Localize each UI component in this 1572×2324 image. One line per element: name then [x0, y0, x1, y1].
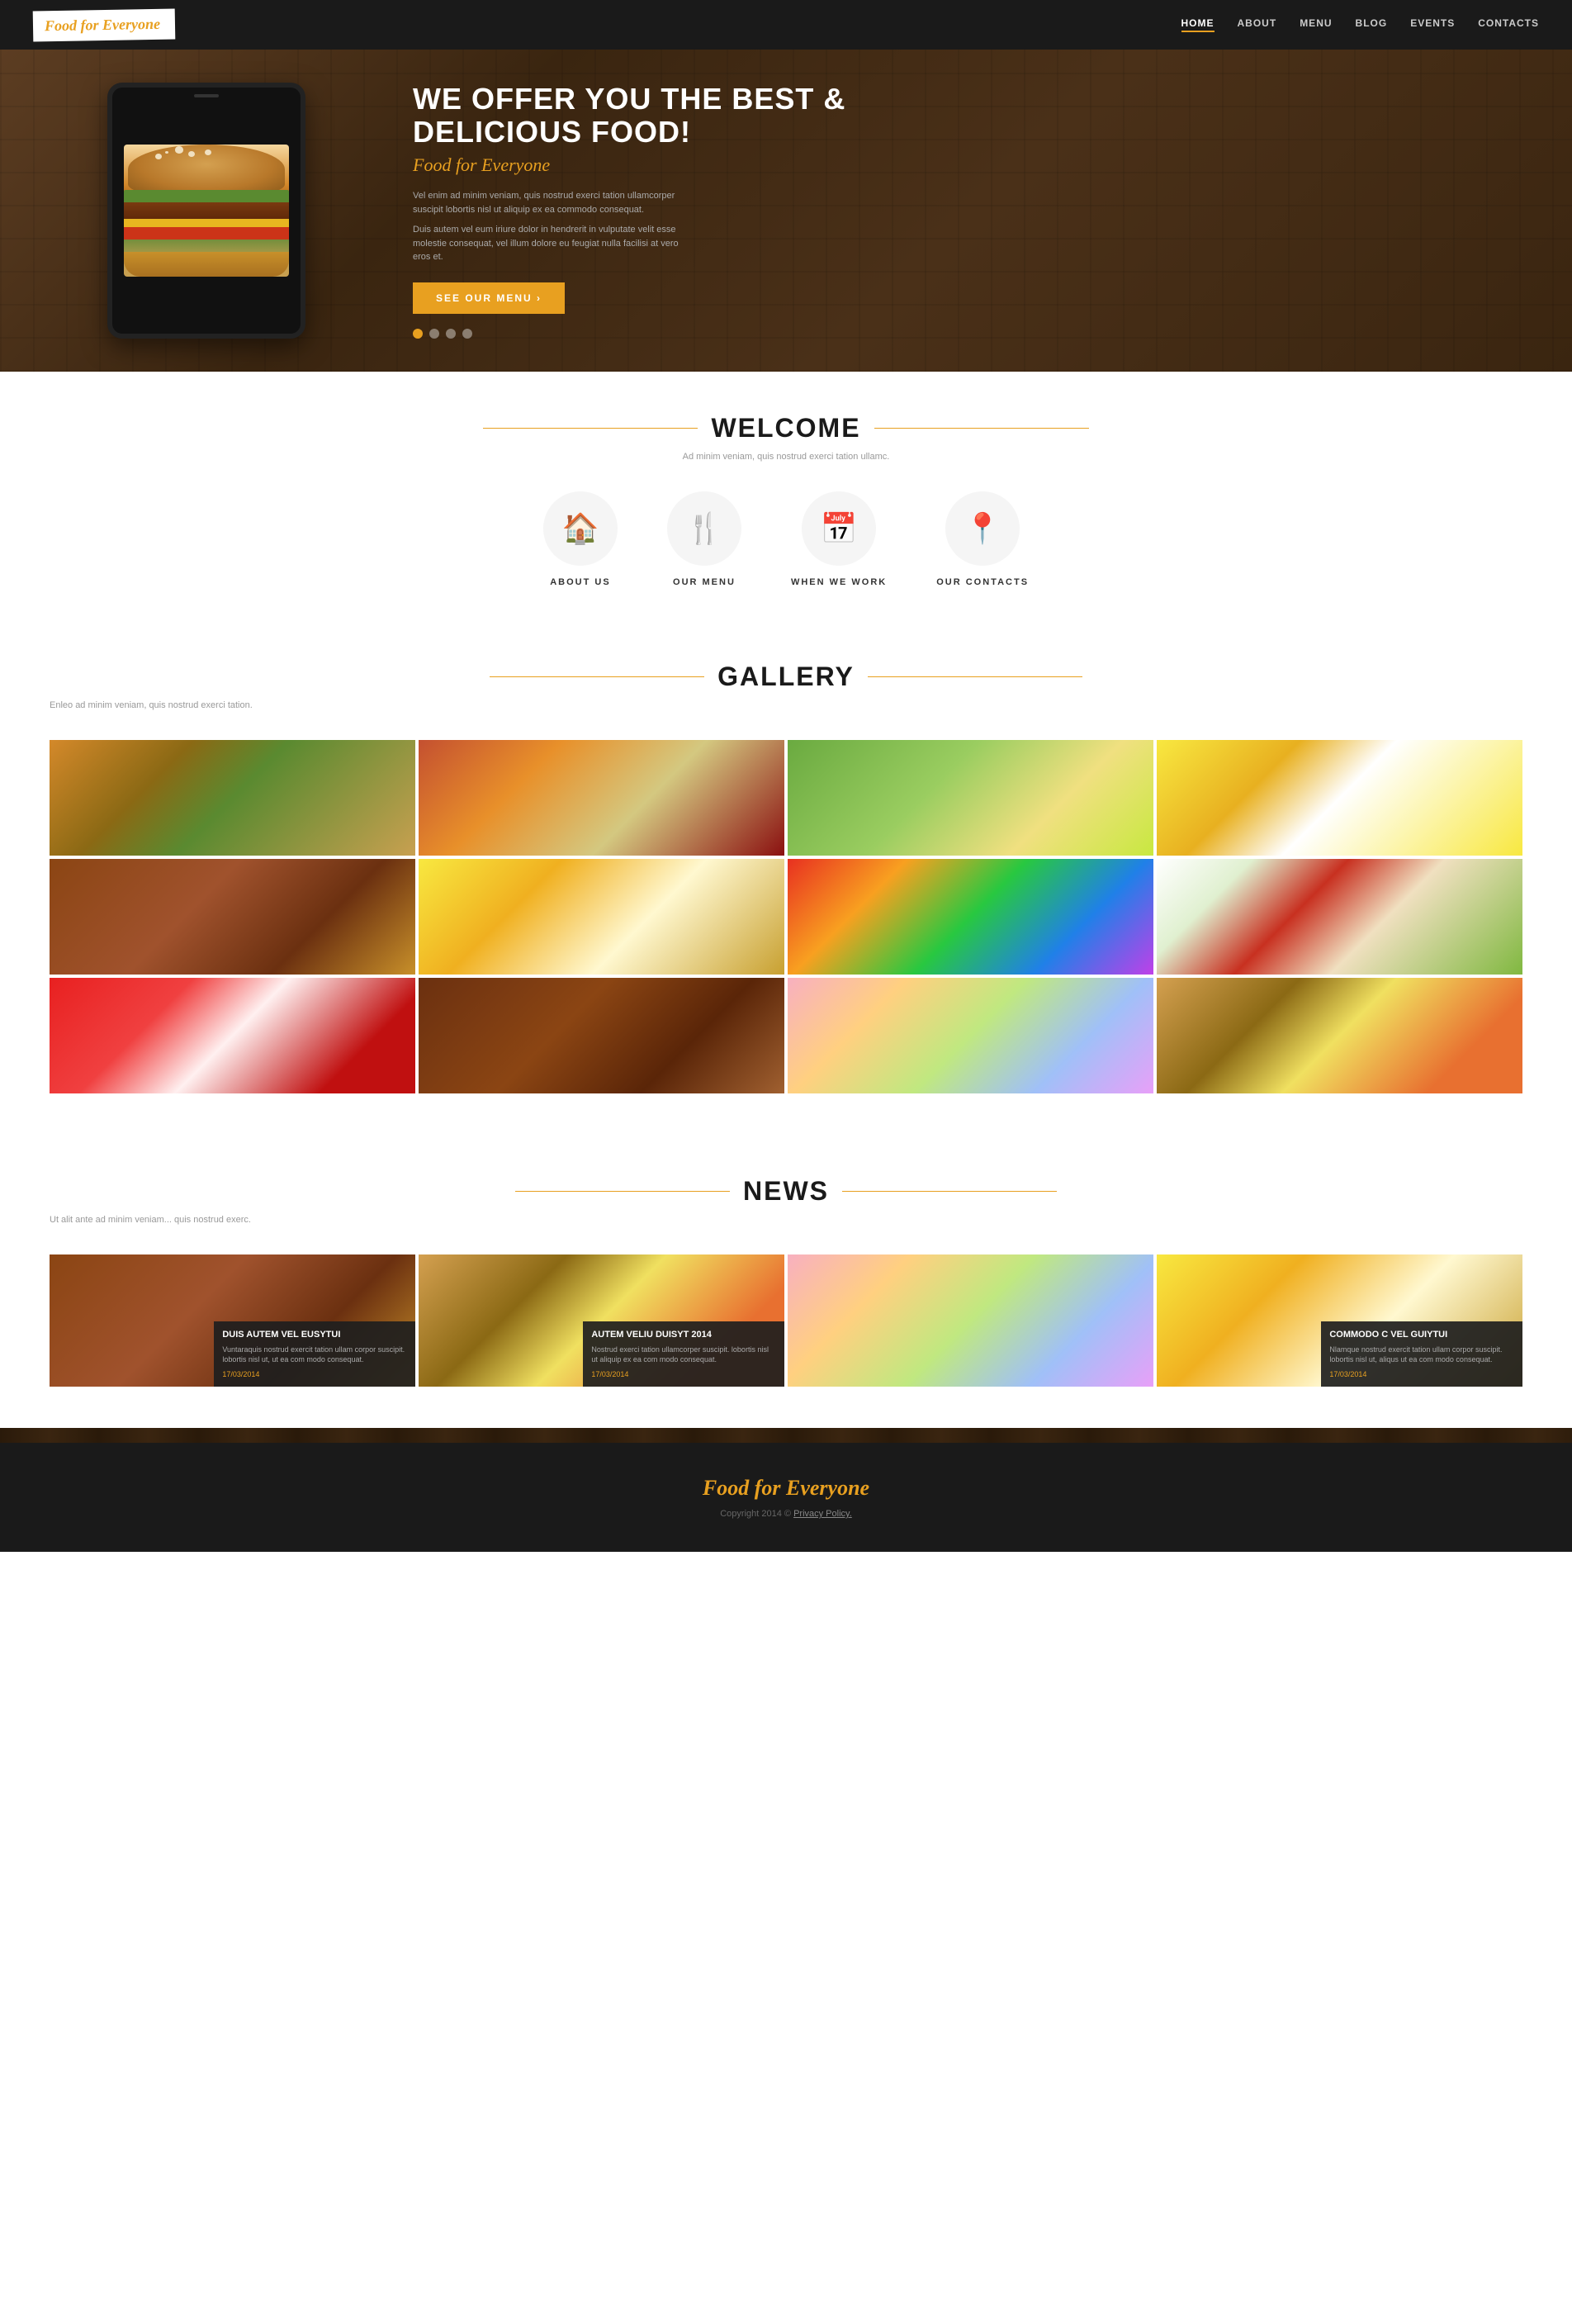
news-overlay-2: AUTEM VELIU DUISYT 2014 Nostrud exerci t… — [583, 1321, 784, 1387]
news-body-4: Nlamque nostrud exercit tation ullam cor… — [1329, 1345, 1514, 1365]
news-item-1[interactable]: DUIS AUTEM VEL EUSYTUI Vuntaraquis nostr… — [50, 1254, 415, 1387]
welcome-icons: 🏠 ABOUT US 🍴 OUR MENU 📅 WHEN WE WORK 📍 O… — [50, 491, 1522, 587]
nav-blog[interactable]: BLOG — [1356, 17, 1388, 32]
slider-dots — [413, 329, 1522, 339]
nav-home[interactable]: HOME — [1181, 17, 1215, 32]
divider-left — [490, 676, 704, 677]
hero-section: WE OFFER YOU THE BEST & DELICIOUS FOOD! … — [0, 50, 1572, 372]
news-item-4[interactable]: COMMODO C VEL GUIYTUI Nlamque nostrud ex… — [1157, 1254, 1522, 1387]
dot-2[interactable] — [429, 329, 439, 339]
gallery-item-2[interactable] — [419, 740, 784, 856]
footer-privacy-link[interactable]: Privacy Policy. — [793, 1509, 852, 1519]
footer-logo: Food for Everyone — [33, 1476, 1539, 1501]
gallery-item-6[interactable] — [419, 859, 784, 975]
tablet — [107, 83, 305, 339]
welcome-divider: WELCOME — [50, 413, 1522, 443]
when-we-work-label: WHEN WE WORK — [791, 577, 887, 587]
hero-content: WE OFFER YOU THE BEST & DELICIOUS FOOD! … — [363, 83, 1522, 339]
welcome-about-us[interactable]: 🏠 ABOUT US — [543, 491, 618, 587]
gallery-item-8[interactable] — [1157, 859, 1522, 975]
about-us-label: ABOUT US — [550, 577, 610, 587]
hero-desc1: Vel enim ad minim veniam, quis nostrud e… — [413, 189, 694, 216]
welcome-when-we-work[interactable]: 📅 WHEN WE WORK — [791, 491, 887, 587]
gallery-title: GALLERY — [717, 662, 855, 692]
dot-4[interactable] — [462, 329, 472, 339]
header: Food for Everyone HOME ABOUT MENU BLOG E… — [0, 0, 1572, 50]
hero-title-line2: DELICIOUS FOOD! — [413, 116, 1522, 149]
footer: Food for Everyone Copyright 2014 © Priva… — [0, 1443, 1572, 1552]
gallery-section: GALLERY Enleo ad minim veniam, quis nost… — [0, 620, 1572, 1135]
news-body-2: Nostrud exerci tation ullamcorper suscip… — [591, 1345, 776, 1365]
menu-icon: 🍴 — [667, 491, 741, 566]
gallery-item-7[interactable] — [788, 859, 1153, 975]
nav-events[interactable]: EVENTS — [1410, 17, 1455, 32]
gallery-item-10[interactable] — [419, 978, 784, 1093]
hero-title: WE OFFER YOU THE BEST & DELICIOUS FOOD! — [413, 83, 1522, 148]
gallery-item-12[interactable] — [1157, 978, 1522, 1093]
news-date-2: 17/03/2014 — [591, 1370, 776, 1378]
news-title: NEWS — [743, 1176, 829, 1207]
hero-desc2: Duis autem vel eum iriure dolor in hendr… — [413, 223, 694, 264]
news-thumb-3 — [788, 1254, 1153, 1387]
burger-tomato — [124, 227, 289, 240]
news-date-4: 17/03/2014 — [1329, 1370, 1514, 1378]
gallery-item-11[interactable] — [788, 978, 1153, 1093]
divider-right — [868, 676, 1082, 677]
news-section: NEWS Ut alit ante ad minim veniam... qui… — [0, 1135, 1572, 1428]
logo[interactable]: Food for Everyone — [33, 8, 176, 41]
hero-title-line1: WE OFFER YOU THE BEST & — [413, 83, 1522, 116]
divider-right — [842, 1191, 1057, 1192]
news-item-2[interactable]: AUTEM VELIU DUISYT 2014 Nostrud exerci t… — [419, 1254, 784, 1387]
news-subtitle: Ut alit ante ad minim veniam... quis nos… — [50, 1215, 1522, 1225]
nav-contacts[interactable]: CONTACTS — [1478, 17, 1539, 32]
news-divider: NEWS — [50, 1176, 1522, 1207]
hero-image — [50, 83, 363, 339]
hero-subtitle: Food for Everyone — [413, 154, 1522, 176]
footer-copyright: Copyright 2014 © Privacy Policy. — [33, 1509, 1539, 1519]
nav-menu[interactable]: MENU — [1300, 17, 1332, 32]
news-date-1: 17/03/2014 — [222, 1370, 407, 1378]
welcome-subtitle: Ad minim veniam, quis nostrud exerci tat… — [50, 452, 1522, 462]
gallery-item-1[interactable] — [50, 740, 415, 856]
burger-bun-bottom — [124, 252, 289, 277]
dot-3[interactable] — [446, 329, 456, 339]
gallery-divider: GALLERY — [50, 662, 1522, 692]
news-title-4: COMMODO C VEL GUIYTUI — [1329, 1330, 1514, 1340]
news-title-1: DUIS AUTEM VEL EUSYTUI — [222, 1330, 407, 1340]
gallery-item-4[interactable] — [1157, 740, 1522, 856]
main-nav: HOME ABOUT MENU BLOG EVENTS CONTACTS — [1181, 17, 1539, 32]
burger-image — [124, 145, 289, 277]
divider-left — [515, 1191, 730, 1192]
location-icon: 📍 — [945, 491, 1020, 566]
our-menu-label: OUR MENU — [673, 577, 736, 587]
welcome-our-menu[interactable]: 🍴 OUR MENU — [667, 491, 741, 587]
news-overlay-1: DUIS AUTEM VEL EUSYTUI Vuntaraquis nostr… — [214, 1321, 415, 1387]
logo-text: Food for Everyone — [45, 15, 160, 33]
our-contacts-label: OUR CONTACTS — [936, 577, 1029, 587]
calendar-icon: 📅 — [802, 491, 876, 566]
gallery-item-9[interactable] — [50, 978, 415, 1093]
news-body-1: Vuntaraquis nostrud exercit tation ullam… — [222, 1345, 407, 1365]
gallery-item-5[interactable] — [50, 859, 415, 975]
gallery-item-3[interactable] — [788, 740, 1153, 856]
news-item-3[interactable] — [788, 1254, 1153, 1387]
nav-about[interactable]: ABOUT — [1238, 17, 1277, 32]
welcome-title: WELCOME — [711, 413, 860, 443]
welcome-section: WELCOME Ad minim veniam, quis nostrud ex… — [0, 372, 1572, 620]
news-grid: DUIS AUTEM VEL EUSYTUI Vuntaraquis nostr… — [50, 1254, 1522, 1387]
burger-bun-top — [128, 145, 285, 194]
divider-left — [483, 428, 698, 429]
dot-1[interactable] — [413, 329, 423, 339]
gallery-grid — [50, 740, 1522, 1093]
gallery-subtitle: Enleo ad minim veniam, quis nostrud exer… — [50, 700, 1522, 710]
footer-wood-strip — [0, 1428, 1572, 1443]
footer-copy-text: Copyright 2014 © — [720, 1509, 791, 1519]
burger-sesame — [165, 151, 168, 154]
news-title-2: AUTEM VELIU DUISYT 2014 — [591, 1330, 776, 1340]
welcome-our-contacts[interactable]: 📍 OUR CONTACTS — [936, 491, 1029, 587]
news-overlay-4: COMMODO C VEL GUIYTUI Nlamque nostrud ex… — [1321, 1321, 1522, 1387]
divider-right — [874, 428, 1089, 429]
house-icon: 🏠 — [543, 491, 618, 566]
see-menu-button[interactable]: SEE OUR MENU — [413, 282, 565, 314]
